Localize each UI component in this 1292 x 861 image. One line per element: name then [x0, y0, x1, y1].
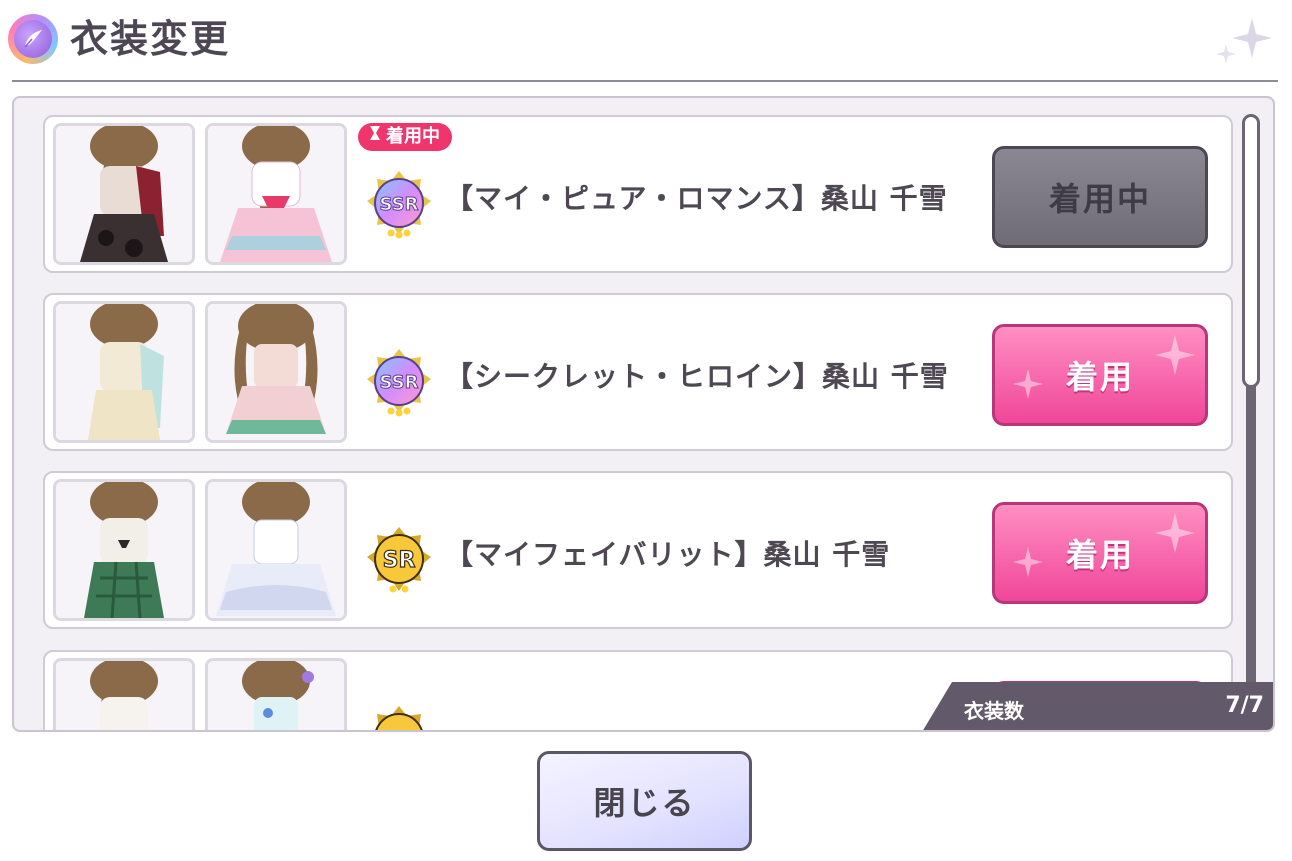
scrollbar-thumb[interactable]: [1242, 114, 1260, 388]
wearing-badge-label: 着用中: [386, 126, 440, 147]
outfit-name: 【シークレット・ヒロイン】桑山 千雪: [445, 360, 949, 393]
outfit-list-panel[interactable]: 着用中 SSR 【マイ・ピュア・ロマンス】桑山 千雪 着用中 SSR 【シークレ…: [12, 96, 1275, 732]
wear-button-label: 着用: [1065, 358, 1134, 396]
sr-rarity-icon: [361, 702, 437, 730]
outfit-thumbnail-casual: [53, 301, 195, 443]
close-button[interactable]: 閉じる: [537, 751, 752, 851]
outfit-name: 【マイ・ピュア・ロマンス】桑山 千雪: [445, 182, 948, 215]
outfit-thumbnail-casual: [53, 658, 195, 730]
wearing-button[interactable]: 着用中: [992, 146, 1208, 248]
outfit-name: 【マイフェイバリット】桑山 千雪: [445, 538, 891, 571]
outfit-row: SSR 【シークレット・ヒロイン】桑山 千雪 着用: [43, 293, 1233, 451]
svg-text:SSR: SSR: [380, 194, 419, 215]
outfit-thumbnail-dress: [205, 123, 347, 265]
wear-button[interactable]: 着用: [992, 502, 1208, 604]
outfit-row: SR 【マイフェイバリット】桑山 千雪 着用: [43, 471, 1233, 629]
ssr-rarity-icon: SSR: [361, 167, 437, 247]
outfit-row: 着用中 SSR 【マイ・ピュア・ロマンス】桑山 千雪 着用中: [43, 115, 1233, 273]
wearing-button-label: 着用中: [1048, 180, 1151, 218]
hanger-icon: [368, 123, 382, 151]
outfit-count-label: 衣装数: [964, 699, 1024, 723]
ssr-rarity-icon: SSR: [361, 345, 437, 425]
outfit-count-value: 7/7: [1225, 693, 1264, 718]
page-title: 衣装変更: [70, 17, 231, 61]
costume-feather-icon: [8, 14, 58, 64]
svg-text:SR: SR: [383, 548, 416, 573]
sr-rarity-icon: SR: [361, 523, 437, 603]
wear-button-label: 着用: [1065, 536, 1134, 574]
close-button-label: 閉じる: [593, 784, 696, 822]
outfit-thumbnail-casual: [53, 479, 195, 621]
header: 衣装変更: [0, 0, 1292, 84]
outfit-thumbnail-casual: [53, 123, 195, 265]
wearing-badge: 着用中: [358, 123, 452, 151]
svg-text:SSR: SSR: [380, 372, 419, 393]
sparkle-decoration-icon: [1214, 16, 1274, 68]
outfit-thumbnail-dress: [205, 658, 347, 730]
wear-button[interactable]: 着用: [992, 324, 1208, 426]
outfit-thumbnail-dress: [205, 301, 347, 443]
outfit-thumbnail-dress: [205, 479, 347, 621]
header-divider: [12, 80, 1278, 82]
